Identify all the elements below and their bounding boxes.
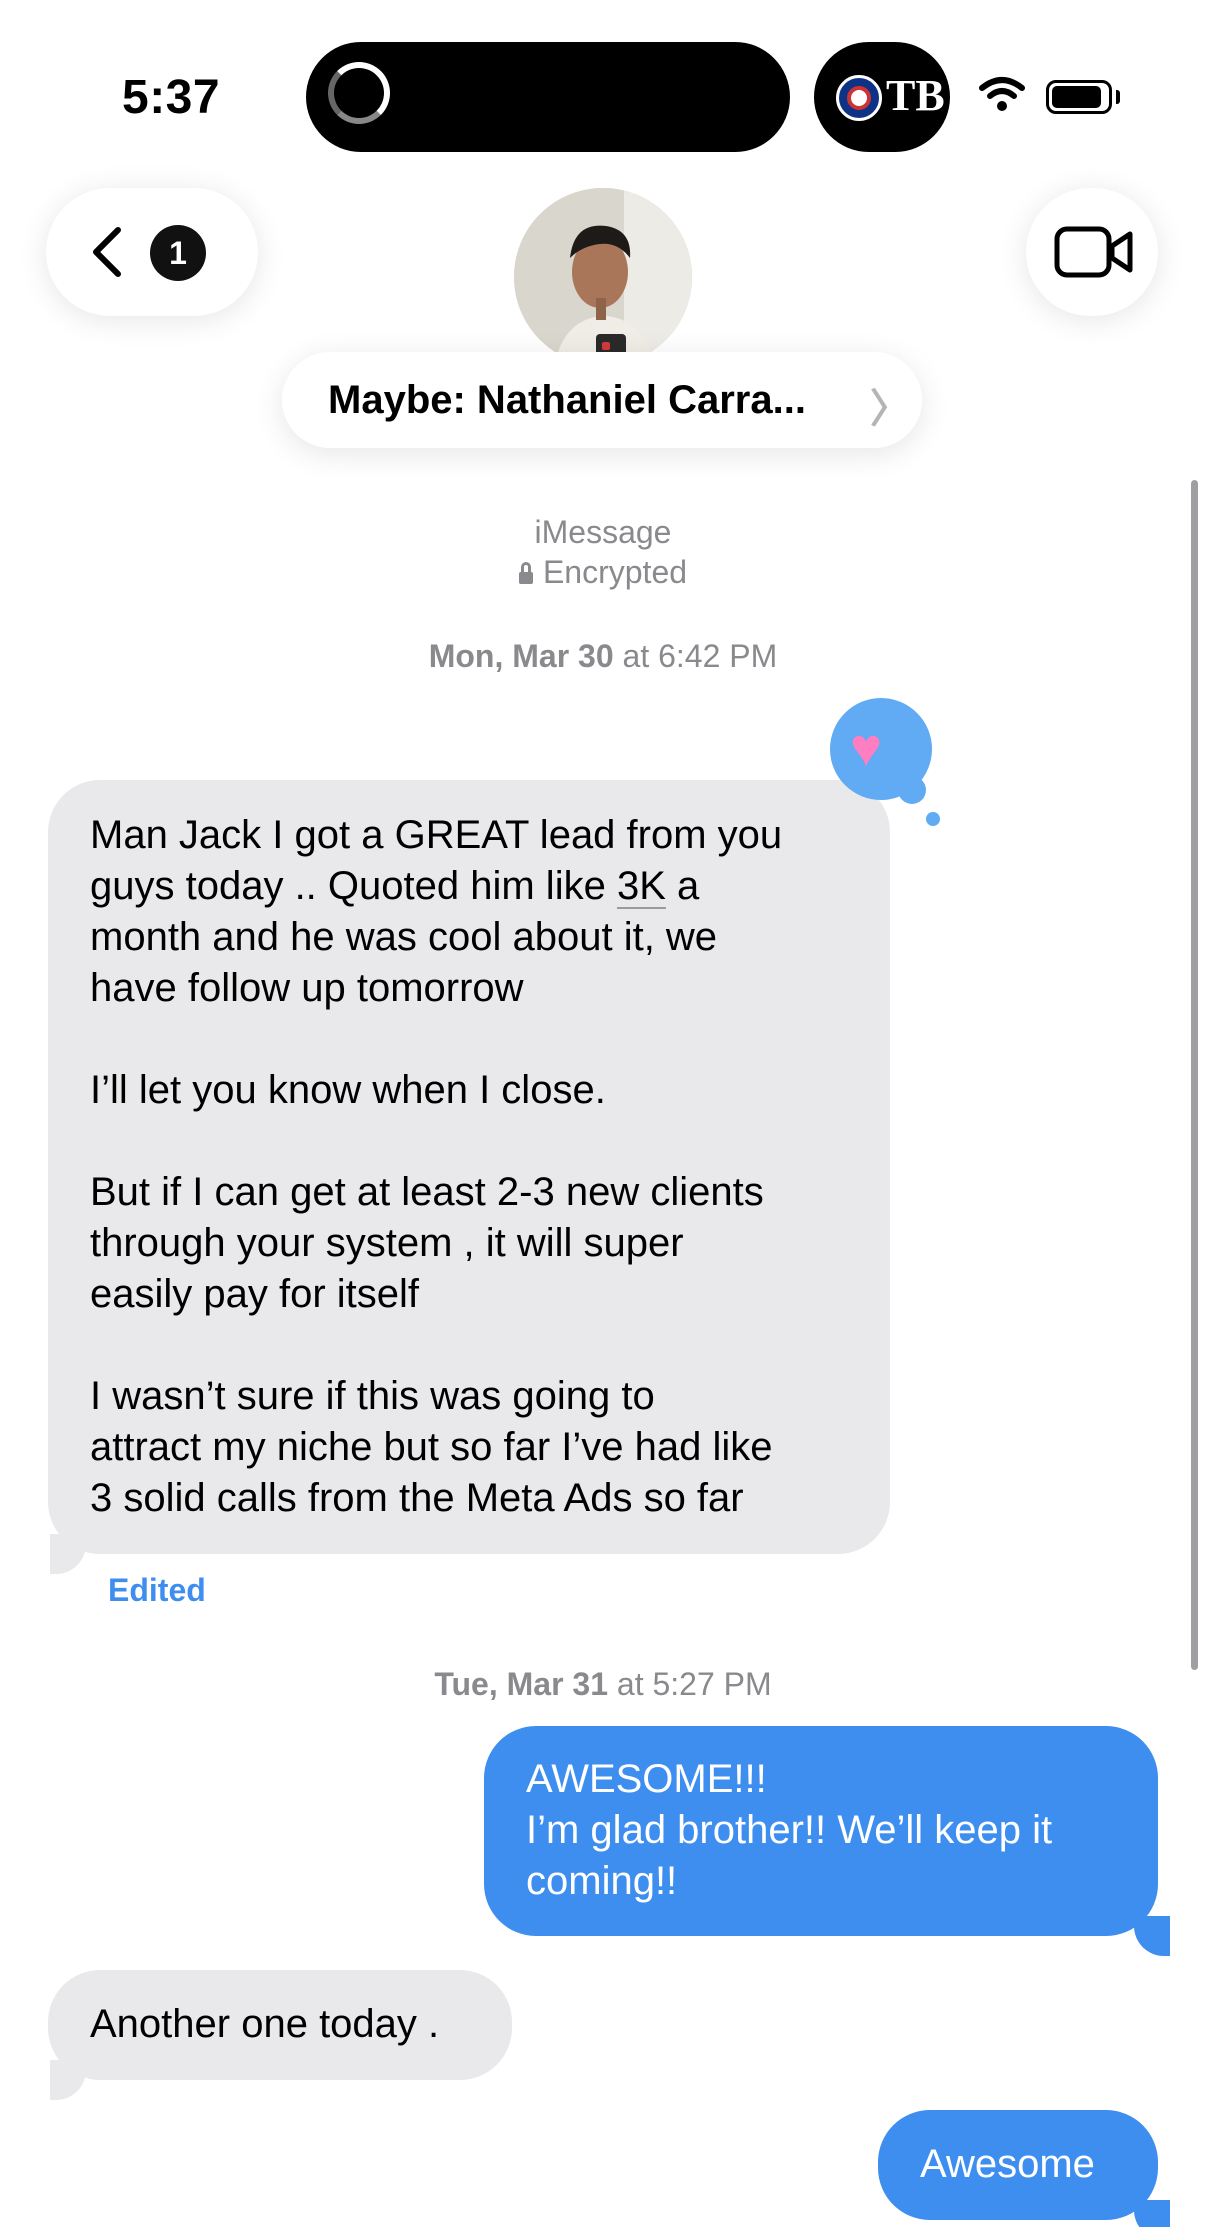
back-button[interactable]: 1: [46, 188, 258, 316]
message-line: coming!!: [526, 1859, 678, 1903]
timestamp-day: Mon, Mar 30: [428, 638, 614, 674]
dynamic-island[interactable]: [306, 42, 790, 152]
edited-indicator[interactable]: Edited: [108, 1572, 206, 1609]
live-activity-scores[interactable]: TB: [814, 42, 950, 152]
contact-name-button[interactable]: Maybe: Nathaniel Carra... 〉: [282, 352, 922, 448]
heart-icon: ♥: [850, 718, 883, 778]
facetime-video-button[interactable]: [1026, 188, 1158, 316]
video-camera-icon: [1054, 226, 1133, 278]
timestamp-1: Mon, Mar 30 at 6:42 PM: [0, 638, 1206, 675]
wifi-icon: [979, 77, 1025, 111]
status-time: 5:37: [122, 71, 221, 124]
avatar-photo: [514, 188, 692, 366]
message-line: easily pay for itself: [90, 1272, 420, 1316]
unread-count-badge: 1: [150, 225, 206, 281]
service-label: iMessage: [534, 514, 672, 550]
tapback-tail: [926, 812, 940, 826]
detected-data-link[interactable]: 3K: [617, 864, 666, 908]
message-line: Another one today .: [90, 2002, 440, 2046]
outgoing-message-bubble[interactable]: AWESOME!!! I’m glad brother!! We’ll keep…: [484, 1726, 1158, 1936]
message-line: have follow up tomorrow: [90, 966, 524, 1010]
messages-screen: 5:37 TB 1 Maybe: Nathaniel Carra... 〉 iM…: [0, 0, 1206, 2227]
message-text: a: [677, 864, 700, 908]
battery-icon: [1046, 80, 1112, 114]
incoming-message-bubble[interactable]: Another one today .: [48, 1970, 512, 2080]
timestamp-time: at 5:27 PM: [616, 1666, 772, 1702]
message-line: through your system , it will super: [90, 1221, 684, 1265]
rays-logo: TB: [886, 71, 945, 120]
message-text: guys today .. Quoted him like: [90, 864, 606, 908]
chevron-right-icon: 〉: [870, 387, 910, 431]
message-line: AWESOME!!!: [526, 1757, 767, 1801]
chevron-left-icon: [93, 227, 121, 277]
message-line: Man Jack I got a GREAT lead from you: [90, 813, 783, 857]
cubs-logo-icon: [836, 75, 882, 121]
message-line: 3 solid calls from the Meta Ads so far: [90, 1476, 744, 1520]
message-line: month and he was cool about it, we: [90, 915, 718, 959]
message-line: But if I can get at least 2-3 new client…: [90, 1170, 764, 1214]
encryption-label: Encrypted: [542, 554, 688, 590]
message-line: I wasn’t sure if this was going to: [90, 1374, 655, 1418]
message-line: guys today .. Quoted him like 3K a: [90, 861, 850, 912]
incoming-message-bubble[interactable]: Man Jack I got a GREAT lead from you guy…: [48, 780, 890, 1554]
outgoing-message-bubble[interactable]: Awesome: [878, 2110, 1158, 2220]
lock-icon: [518, 562, 533, 584]
tapback-tail: [898, 776, 926, 804]
timestamp-time: at 6:42 PM: [622, 638, 778, 674]
message-line: I’ll let you know when I close.: [90, 1068, 606, 1112]
message-line: Awesome: [920, 2142, 1095, 2186]
encryption-status: Encrypted: [0, 554, 1206, 591]
battery-cap: [1116, 90, 1120, 104]
message-line: I’m glad brother!! We’ll keep it: [526, 1808, 1053, 1852]
timestamp-day: Tue, Mar 31: [434, 1666, 609, 1702]
live-activity-ring-icon: [328, 62, 390, 124]
contact-avatar[interactable]: [514, 188, 692, 366]
battery-level: [1052, 86, 1101, 108]
timestamp-2: Tue, Mar 31 at 5:27 PM: [0, 1666, 1206, 1703]
message-line: attract my niche but so far I’ve had lik…: [90, 1425, 773, 1469]
contact-name: Maybe: Nathaniel Carra...: [328, 378, 806, 422]
